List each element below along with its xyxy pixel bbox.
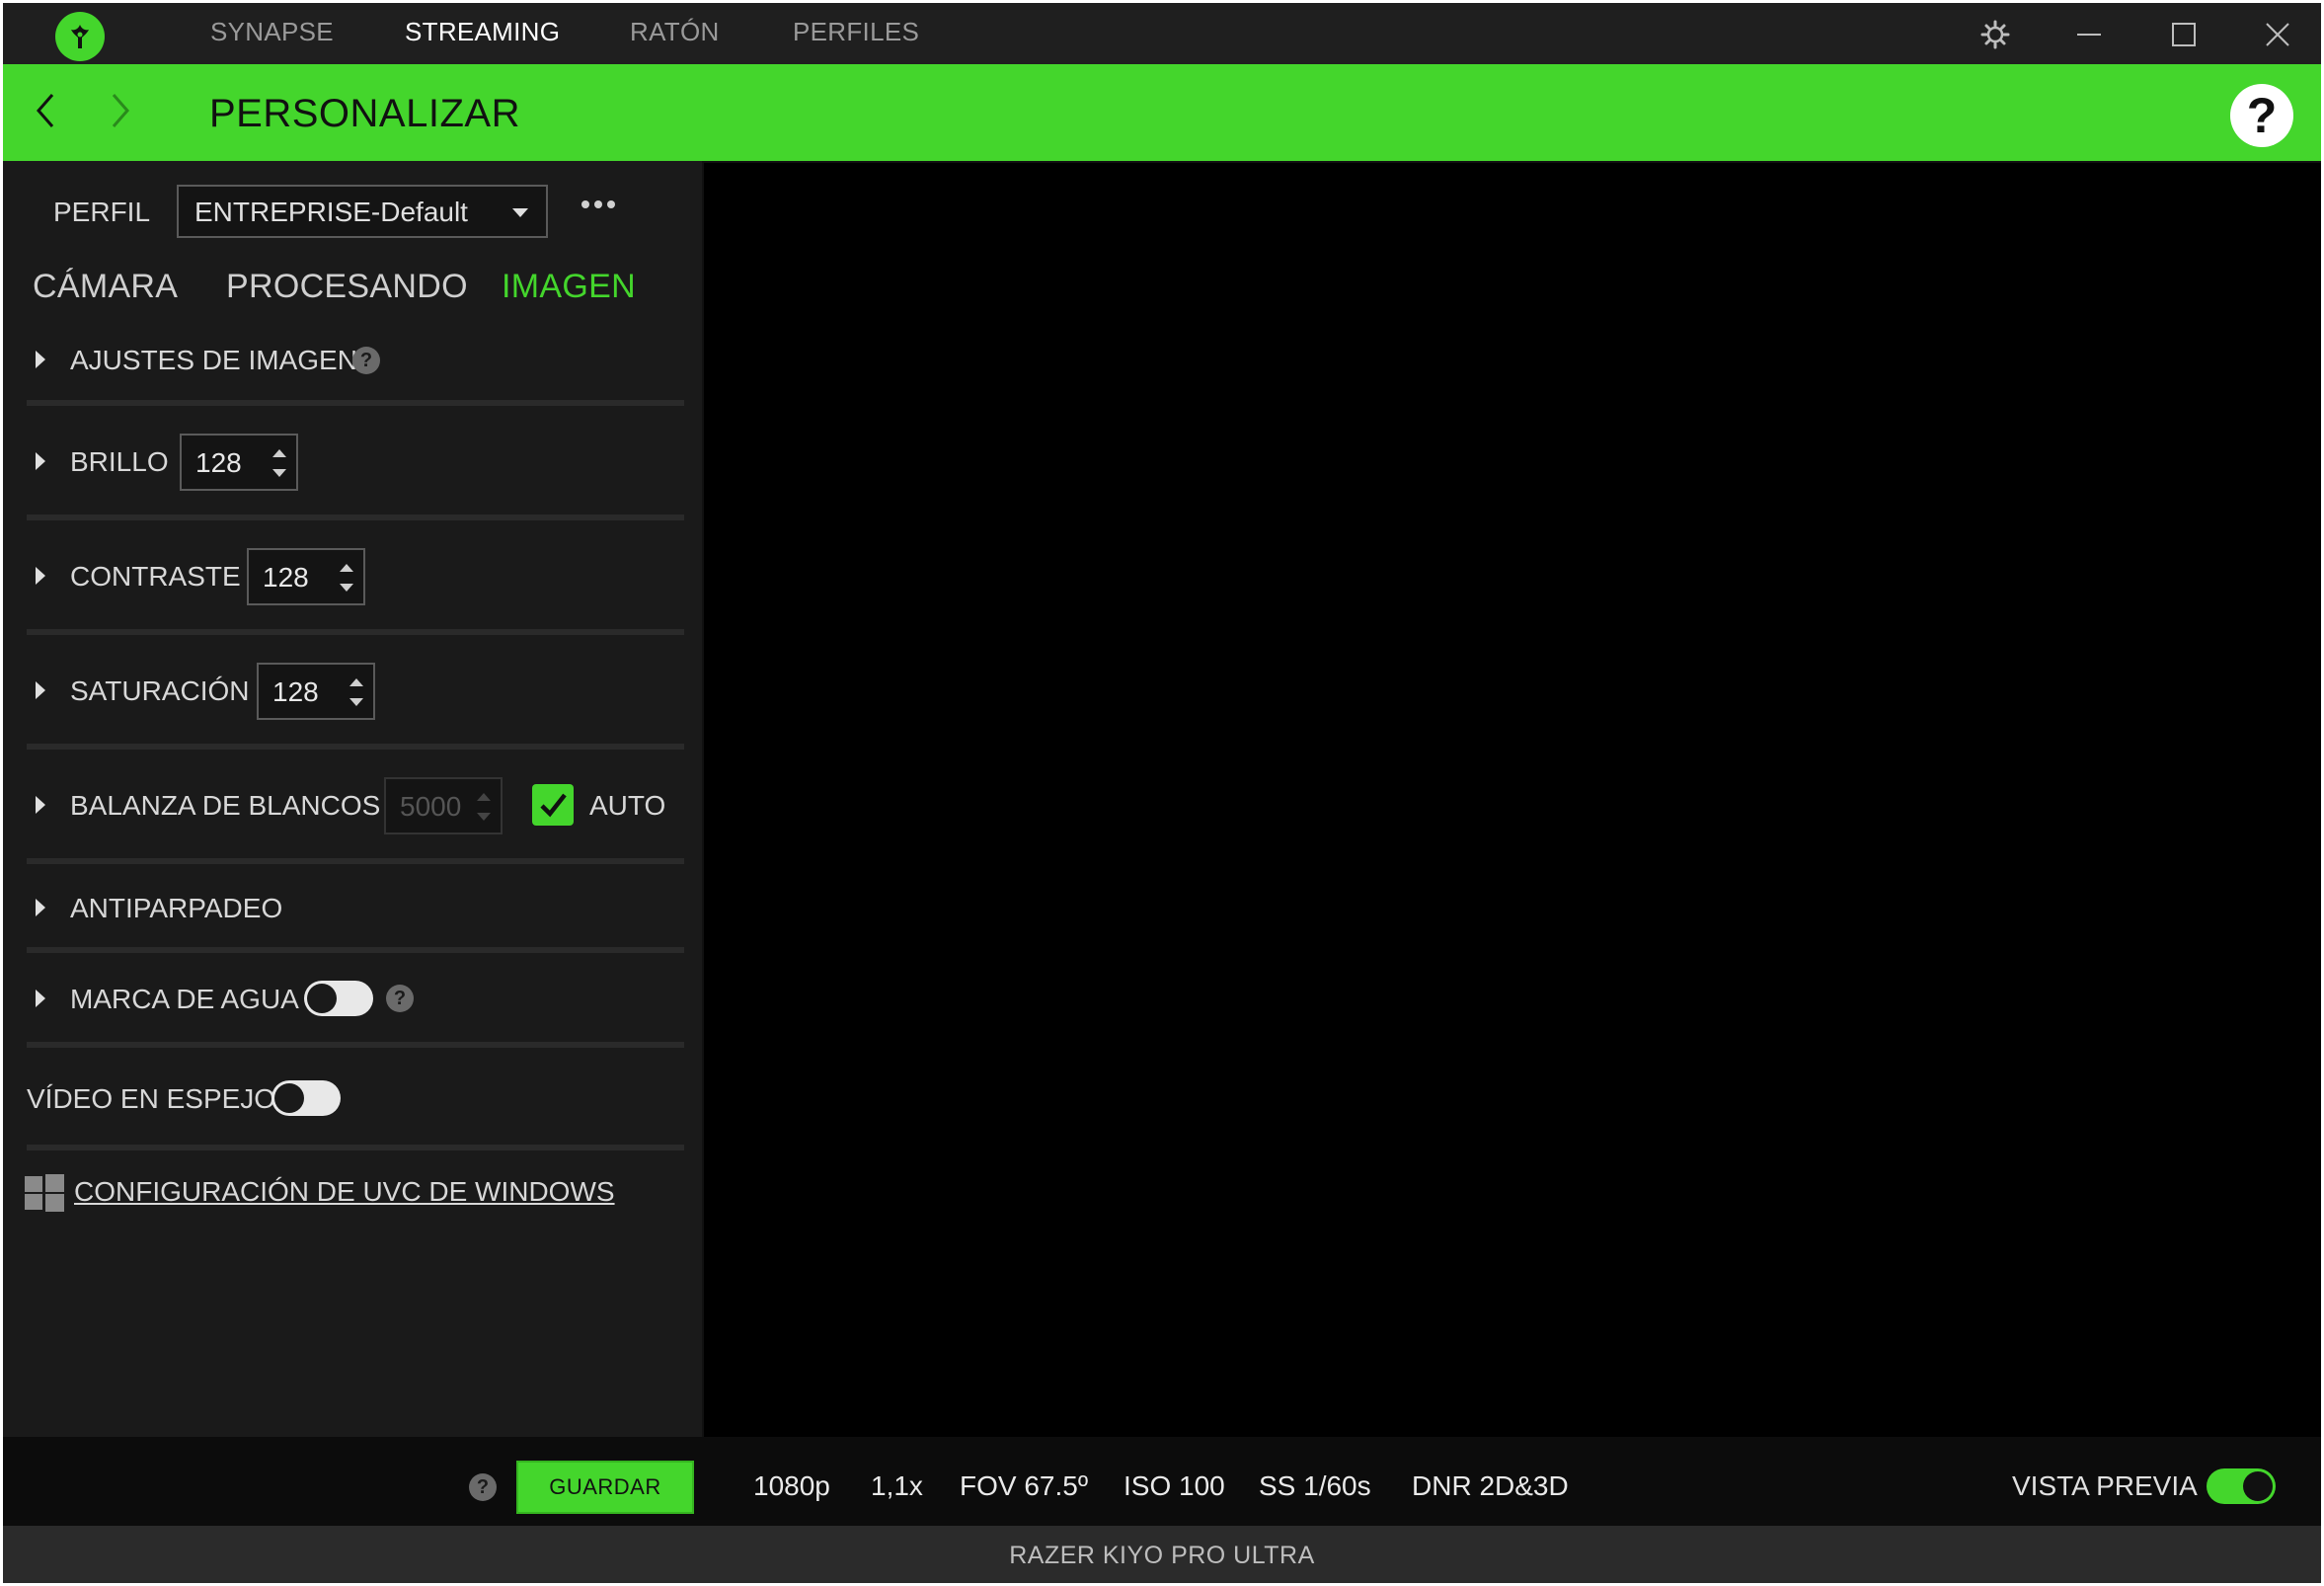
expand-icon[interactable] [36, 796, 45, 814]
profile-dropdown[interactable]: ENTREPRISE-Default [177, 185, 548, 238]
divider [27, 515, 684, 520]
forward-arrow-icon[interactable] [100, 86, 139, 135]
back-arrow-icon[interactable] [27, 86, 66, 135]
decrement-icon[interactable] [272, 469, 286, 477]
tab-perfiles[interactable]: PERFILES [793, 17, 919, 47]
expand-icon[interactable] [36, 351, 45, 368]
decrement-icon[interactable] [340, 584, 353, 592]
decrement-icon [477, 813, 491, 821]
divider [27, 858, 684, 864]
saturation-stepper[interactable]: 128 [257, 663, 375, 720]
divider [27, 1042, 684, 1048]
preview-toggle[interactable] [2207, 1468, 2276, 1504]
white-balance-label: BALANZA DE BLANCOS [70, 790, 381, 821]
page-title: PERSONALIZAR [209, 92, 520, 135]
help-icon[interactable]: ? [352, 347, 380, 374]
bottom-bar: ? GUARDAR 1080p 1,1x FOV 67.5º ISO 100 S… [3, 1437, 2321, 1526]
saturation-label: SATURACIÓN [70, 675, 250, 706]
preview-label: VISTA PREVIA [2012, 1470, 2198, 1501]
iso-stat: ISO 100 [1123, 1470, 1225, 1501]
brightness-label: BRILLO [70, 446, 169, 477]
chevron-down-icon [512, 208, 528, 217]
razer-logo-icon[interactable] [55, 12, 105, 61]
auto-checkbox[interactable] [532, 784, 574, 826]
auto-label: AUTO [589, 790, 666, 821]
decrement-icon[interactable] [349, 698, 363, 706]
brightness-value: 128 [195, 447, 242, 478]
white-balance-value: 5000 [400, 791, 462, 822]
more-options-icon[interactable] [581, 195, 621, 214]
subtab-procesando[interactable]: PROCESANDO [226, 268, 468, 306]
divider [27, 629, 684, 635]
settings-panel: PERFIL ENTREPRISE-Default CÁMARA PROCESA… [3, 161, 702, 1437]
increment-icon[interactable] [349, 678, 363, 686]
expand-icon[interactable] [36, 567, 45, 585]
expand-icon[interactable] [36, 899, 45, 916]
mirror-toggle[interactable] [271, 1080, 341, 1116]
profile-value: ENTREPRISE-Default [194, 197, 468, 227]
increment-icon [477, 793, 491, 801]
contrast-label: CONTRASTE [70, 561, 241, 592]
resolution-stat: 1080p [753, 1470, 830, 1501]
expand-icon[interactable] [36, 452, 45, 470]
mirror-label: VÍDEO EN ESPEJO [27, 1083, 276, 1114]
subtab-imagen[interactable]: IMAGEN [502, 268, 636, 306]
contrast-stepper[interactable]: 128 [247, 548, 365, 605]
divider [27, 744, 684, 750]
image-adjust-label[interactable]: AJUSTES DE IMAGEN [70, 345, 357, 376]
status-bar: RAZER KIYO PRO ULTRA [3, 1526, 2321, 1583]
tab-raton[interactable]: RATÓN [630, 17, 720, 47]
zoom-stat: 1,1x [871, 1470, 923, 1501]
antiflicker-label[interactable]: ANTIPARPADEO [70, 893, 282, 924]
watermark-label: MARCA DE AGUA [70, 984, 299, 1014]
windows-icon [25, 1174, 64, 1212]
fov-stat: FOV 67.5º [960, 1470, 1089, 1501]
white-balance-stepper[interactable]: 5000 [384, 777, 503, 834]
close-icon[interactable] [2258, 15, 2297, 54]
divider [27, 400, 684, 406]
help-icon[interactable]: ? [469, 1473, 497, 1501]
increment-icon[interactable] [340, 564, 353, 572]
help-icon[interactable]: ? [2230, 84, 2293, 147]
page-header: PERSONALIZAR ? [3, 64, 2321, 161]
camera-preview [704, 163, 2321, 1439]
tab-streaming[interactable]: STREAMING [405, 17, 560, 47]
tab-synapse[interactable]: SYNAPSE [210, 17, 334, 47]
save-button[interactable]: GUARDAR [516, 1461, 694, 1514]
profile-label: PERFIL [53, 197, 151, 227]
title-bar: SYNAPSE STREAMING RATÓN PERFILES [3, 3, 2321, 64]
subtab-camara[interactable]: CÁMARA [33, 268, 178, 306]
divider [27, 947, 684, 953]
settings-icon[interactable] [1975, 15, 2015, 54]
brightness-stepper[interactable]: 128 [180, 434, 298, 491]
increment-icon[interactable] [272, 449, 286, 457]
dnr-stat: DNR 2D&3D [1412, 1470, 1569, 1501]
shutter-stat: SS 1/60s [1259, 1470, 1371, 1501]
expand-icon[interactable] [36, 681, 45, 699]
maximize-icon[interactable] [2164, 15, 2204, 54]
watermark-toggle[interactable] [304, 981, 373, 1016]
uvc-settings-link[interactable]: CONFIGURACIÓN DE UVC DE WINDOWS [74, 1176, 615, 1208]
help-icon[interactable]: ? [386, 985, 414, 1012]
expand-icon[interactable] [36, 990, 45, 1007]
saturation-value: 128 [272, 676, 319, 707]
device-name: RAZER KIYO PRO ULTRA [1009, 1542, 1315, 1569]
contrast-value: 128 [263, 562, 309, 593]
divider [27, 1145, 684, 1150]
app-window: SYNAPSE STREAMING RATÓN PERFILES PERSONA… [3, 3, 2321, 1583]
minimize-icon[interactable] [2069, 15, 2109, 54]
